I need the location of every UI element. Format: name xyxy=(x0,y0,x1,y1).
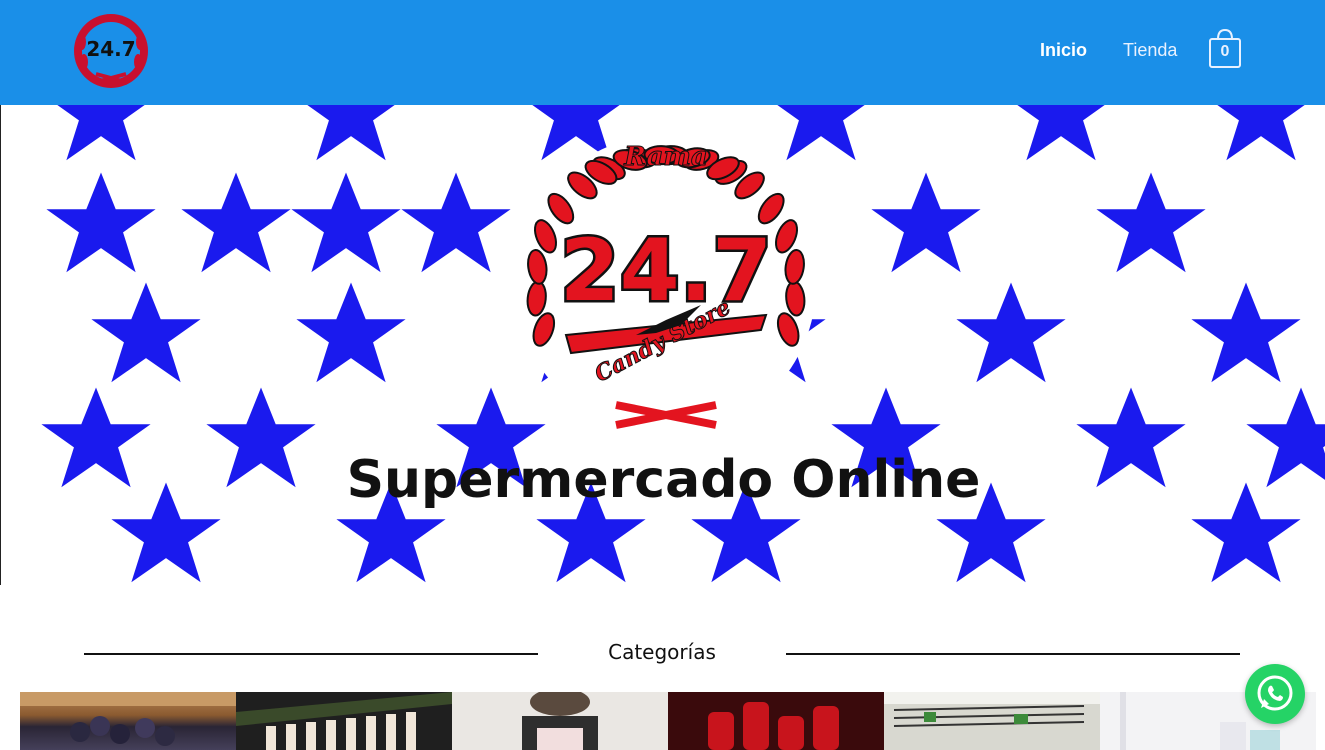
categories-title: Categorías xyxy=(608,640,716,664)
nav-inicio[interactable]: Inicio xyxy=(1040,40,1087,61)
soda-bottles-image xyxy=(708,702,839,750)
star-shape xyxy=(296,282,406,383)
category-tile-gifts[interactable] xyxy=(452,692,668,750)
star-shape xyxy=(956,282,1066,383)
star-shape xyxy=(296,105,406,161)
store-logo[interactable]: 24.7 xyxy=(72,12,150,90)
categories-divider-left xyxy=(84,653,538,655)
whatsapp-icon xyxy=(1257,675,1293,711)
star-shape xyxy=(46,172,156,273)
star-shape xyxy=(401,172,511,273)
star-shape xyxy=(181,172,291,273)
star-shape xyxy=(871,172,981,273)
category-tile-drinks[interactable] xyxy=(236,692,452,750)
star-shape xyxy=(1206,105,1316,161)
category-tile-frozen[interactable] xyxy=(884,692,1100,750)
logo-text: 24.7 xyxy=(86,37,135,61)
whatsapp-button[interactable] xyxy=(1245,664,1305,724)
main-nav: Inicio Tienda xyxy=(1040,40,1177,61)
nav-tienda[interactable]: Tienda xyxy=(1123,40,1177,61)
star-shape xyxy=(91,282,201,383)
berries-image xyxy=(20,692,236,746)
category-tile-berries[interactable] xyxy=(20,692,236,750)
site-header: 24.7 Inicio Tienda 0 xyxy=(0,0,1325,105)
star-shape xyxy=(291,172,401,273)
bottles-shelf-image xyxy=(236,692,452,750)
hero-title: Supermercado Online xyxy=(346,450,981,510)
category-tile-soda[interactable] xyxy=(668,692,884,750)
hero-banner: Rama 24.7 Candy Store Supermercado Onlin… xyxy=(0,105,1325,585)
freezer-image xyxy=(884,692,1100,727)
cart-count: 0 xyxy=(1220,43,1230,60)
category-tiles xyxy=(20,692,1316,750)
emblem-number: 24.7 xyxy=(560,221,772,321)
star-shape xyxy=(1096,172,1206,273)
star-shape xyxy=(46,105,156,161)
categories-divider-right xyxy=(786,653,1240,655)
cart-button[interactable]: 0 xyxy=(1207,27,1243,71)
star-shape xyxy=(1006,105,1116,161)
gift-box-image xyxy=(522,692,598,750)
candy-store-emblem: Rama 24.7 Candy Store xyxy=(516,135,816,435)
emblem-top-text: Rama xyxy=(623,142,707,172)
star-shape xyxy=(1191,282,1301,383)
